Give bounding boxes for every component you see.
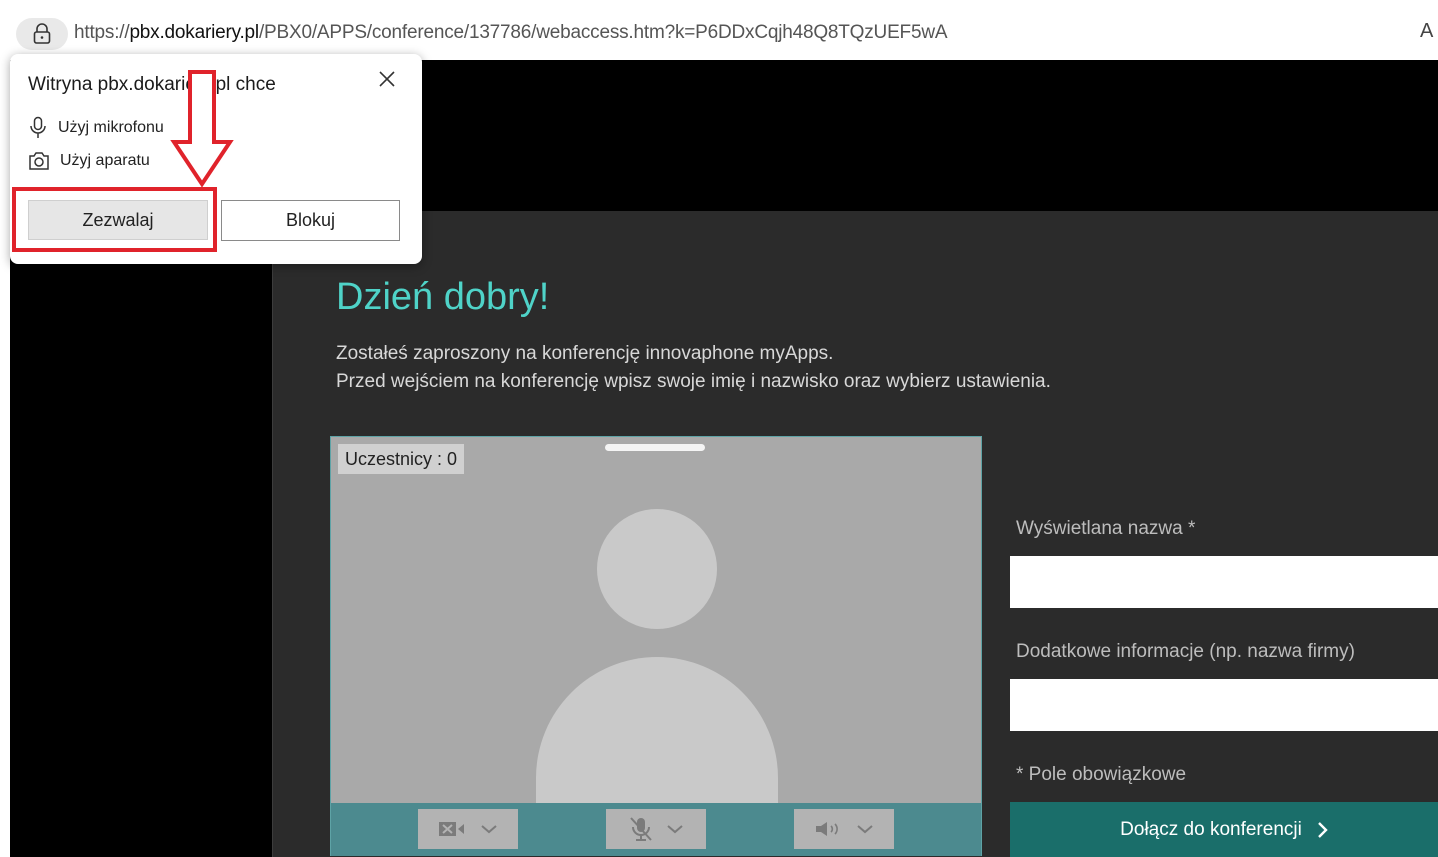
chevron-down-icon	[481, 825, 497, 834]
url-path: /PBX0/APPS/conference/137786/webaccess.h…	[258, 22, 948, 43]
permission-title: Witryna pbx.dokariery.pl chce	[28, 74, 276, 95]
camera-control[interactable]	[418, 809, 518, 849]
block-button[interactable]: Blokuj	[221, 200, 400, 241]
allow-button-highlight	[12, 187, 217, 252]
down-arrow-icon	[170, 70, 234, 188]
extra-info-input[interactable]	[1010, 679, 1438, 731]
media-controls-bar	[331, 803, 981, 856]
microphone-icon	[30, 116, 46, 138]
address-bar: https://pbx.dokariery.pl/PBX0/APPS/confe…	[0, 0, 1438, 60]
display-name-label: Wyświetlana nazwa *	[1016, 518, 1196, 539]
microphone-off-icon	[630, 817, 652, 841]
greeting-heading: Dzień dobry!	[336, 276, 550, 318]
video-preview: Uczestnicy : 0	[330, 436, 982, 856]
permission-microphone-label: Użyj mikrofonu	[58, 119, 164, 136]
permission-camera-label: Użyj aparatu	[60, 152, 150, 169]
read-aloud-icon[interactable]: A	[1420, 20, 1433, 43]
permission-camera: Użyj aparatu	[28, 151, 150, 171]
avatar-body	[536, 657, 778, 805]
url-prefix: https://	[74, 22, 130, 43]
url-host: pbx.dokariery.pl	[129, 22, 259, 43]
intro-line-2: Przed wejściem na konferencję wpisz swoj…	[336, 371, 1051, 392]
speaker-control[interactable]	[794, 809, 894, 849]
site-info-button[interactable]	[16, 18, 68, 50]
drag-handle[interactable]	[605, 444, 705, 451]
permission-microphone: Użyj mikrofonu	[28, 116, 164, 140]
camera-off-icon	[439, 822, 464, 836]
close-popup-button[interactable]	[374, 66, 400, 92]
join-conference-button[interactable]: Dołącz do konferencji	[1010, 802, 1438, 857]
join-conference-label: Dołącz do konferencji	[1120, 818, 1302, 840]
chevron-down-icon	[857, 825, 873, 834]
chevron-down-icon	[667, 825, 683, 834]
participants-count: Uczestnicy : 0	[338, 444, 465, 474]
camera-icon	[29, 152, 49, 170]
required-note: * Pole obowiązkowe	[1016, 764, 1187, 785]
display-name-input[interactable]	[1010, 556, 1438, 608]
lock-icon	[33, 23, 51, 44]
avatar-head	[597, 509, 717, 629]
intro-line-1: Zostałeś zaproszony na konferencję innov…	[336, 343, 834, 364]
extra-info-label: Dodatkowe informacje (np. nazwa firmy)	[1016, 641, 1355, 662]
speaker-icon	[816, 822, 838, 836]
chevron-right-icon	[1317, 821, 1328, 838]
microphone-control[interactable]	[606, 809, 706, 849]
close-icon	[379, 71, 395, 87]
url-text[interactable]: https://pbx.dokariery.pl/PBX0/APPS/confe…	[74, 22, 948, 44]
